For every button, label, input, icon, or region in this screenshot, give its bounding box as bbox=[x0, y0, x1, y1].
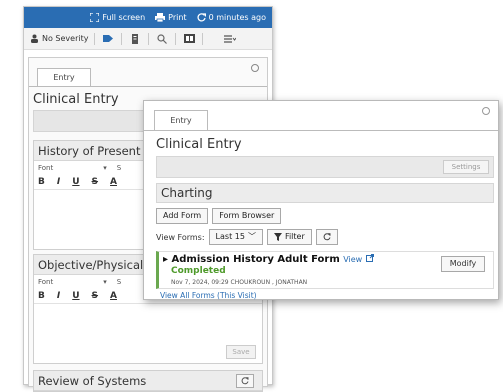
settings-button[interactable]: Settings bbox=[443, 160, 489, 174]
strikethrough-button[interactable]: S bbox=[92, 291, 98, 301]
view-forms-row: View Forms: Last 15 ﹀ Filter bbox=[156, 229, 338, 245]
severity-filter[interactable]: No Severity bbox=[30, 34, 88, 43]
bullet-icon: ▸ bbox=[163, 254, 169, 265]
full-screen-button[interactable]: Full screen bbox=[90, 13, 145, 22]
toolbar-divider bbox=[175, 32, 177, 45]
external-link-icon[interactable] bbox=[365, 254, 374, 262]
full-screen-label: Full screen bbox=[102, 13, 146, 22]
refresh-time: 0 minutes ago bbox=[208, 13, 266, 22]
page-title: Clinical Entry bbox=[156, 137, 242, 152]
refresh-button[interactable]: 0 minutes ago bbox=[197, 13, 266, 22]
menu-icon[interactable] bbox=[223, 32, 237, 46]
font-select[interactable]: Font bbox=[38, 164, 53, 172]
bold-button[interactable]: B bbox=[38, 177, 45, 187]
form-status: Completed bbox=[171, 266, 226, 276]
refresh-icon bbox=[323, 233, 331, 241]
objective-editor[interactable] bbox=[34, 303, 262, 337]
view-forms-value: Last 15 bbox=[215, 232, 245, 241]
print-button[interactable]: Print bbox=[155, 13, 187, 22]
refresh-icon bbox=[241, 376, 249, 384]
tab-entry[interactable]: Entry bbox=[37, 68, 91, 86]
form-name[interactable]: Admission History Adult Form bbox=[172, 254, 340, 265]
section-title: Review of Systems bbox=[38, 373, 147, 388]
add-form-button[interactable]: Add Form bbox=[156, 208, 209, 224]
view-all-forms-link[interactable]: View All Forms (This Visit) bbox=[160, 291, 257, 300]
refresh-button[interactable] bbox=[315, 229, 338, 245]
font-select[interactable]: Font bbox=[38, 278, 53, 286]
columns-icon[interactable] bbox=[182, 32, 196, 46]
chevron-down-icon[interactable]: ▾ bbox=[103, 164, 107, 172]
chevron-down-icon: ﹀ bbox=[247, 232, 256, 241]
filter-icon bbox=[273, 233, 282, 241]
strikethrough-button[interactable]: S bbox=[92, 177, 98, 187]
tag-icon[interactable] bbox=[101, 32, 115, 46]
print-label: Print bbox=[168, 13, 187, 22]
front-panel: Entry Clinical Entry Settings Charting A… bbox=[143, 100, 499, 300]
top-bar: Full screen Print 0 minutes ago bbox=[24, 7, 272, 28]
chevron-down-icon[interactable]: ▾ bbox=[103, 278, 107, 286]
toolbar-divider bbox=[148, 32, 150, 45]
charting-actions: Add Form Form Browser bbox=[156, 208, 282, 224]
toolbar: No Severity bbox=[24, 28, 272, 50]
printer-icon bbox=[155, 13, 166, 22]
view-form-link[interactable]: View bbox=[343, 255, 362, 264]
review-section: Review of Systems bbox=[33, 370, 263, 392]
italic-button[interactable]: I bbox=[57, 177, 60, 187]
expand-icon bbox=[90, 13, 100, 22]
filter-button[interactable]: Filter bbox=[266, 229, 312, 245]
search-icon[interactable] bbox=[155, 32, 169, 46]
toolbar-divider bbox=[94, 32, 96, 45]
gear-icon[interactable] bbox=[482, 107, 490, 115]
italic-button[interactable]: I bbox=[57, 291, 60, 301]
save-button[interactable]: Save bbox=[226, 345, 256, 359]
toolbar-divider bbox=[202, 32, 204, 45]
form-name-row: ▸ Admission History Adult Form View bbox=[163, 254, 374, 265]
modify-button[interactable]: Modify bbox=[441, 256, 485, 272]
gear-icon[interactable] bbox=[251, 64, 259, 72]
size-select[interactable]: S bbox=[117, 278, 121, 286]
form-meta: Nov 7, 2024, 09:29 CHOUKROUN , JONATHAN bbox=[171, 279, 308, 286]
tab-divider bbox=[144, 130, 498, 131]
form-list-item: ▸ Admission History Adult Form View Comp… bbox=[156, 251, 494, 289]
settings-bar: Settings bbox=[156, 156, 494, 178]
person-icon bbox=[31, 34, 38, 43]
font-color-button[interactable]: A bbox=[110, 177, 117, 187]
view-forms-select[interactable]: Last 15 ﹀ bbox=[208, 229, 263, 245]
refresh-button[interactable] bbox=[236, 373, 254, 388]
severity-label: No Severity bbox=[42, 34, 89, 43]
tab-entry[interactable]: Entry bbox=[154, 110, 208, 130]
bold-button[interactable]: B bbox=[38, 291, 45, 301]
charting-header: Charting bbox=[156, 183, 494, 203]
size-select[interactable]: S bbox=[117, 164, 121, 172]
font-color-button[interactable]: A bbox=[110, 291, 117, 301]
underline-button[interactable]: U bbox=[72, 291, 79, 301]
filter-label: Filter bbox=[284, 232, 305, 241]
refresh-icon bbox=[197, 13, 206, 22]
document-icon[interactable] bbox=[128, 32, 142, 46]
tab-divider bbox=[29, 86, 267, 87]
section-header: Review of Systems bbox=[34, 371, 262, 391]
toolbar-divider bbox=[121, 32, 123, 45]
form-browser-button[interactable]: Form Browser bbox=[212, 208, 282, 224]
view-forms-label: View Forms: bbox=[156, 232, 205, 242]
page-title: Clinical Entry bbox=[33, 92, 119, 107]
underline-button[interactable]: U bbox=[72, 177, 79, 187]
